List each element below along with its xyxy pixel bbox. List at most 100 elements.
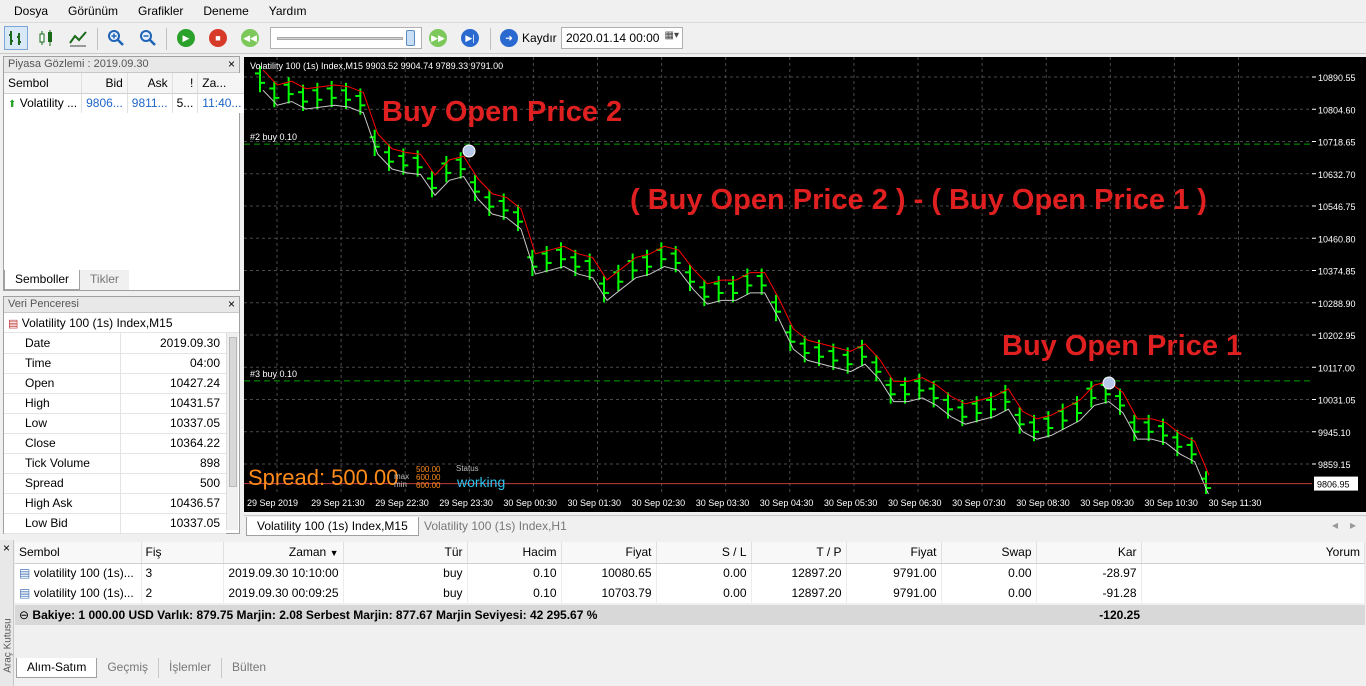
toolbar: ▶ ■ ◀◀ ▶▶ ▶| ➜ Kaydır 2020.01.14 00:00 ▦… xyxy=(0,22,1366,54)
col-type[interactable]: Tür xyxy=(343,542,468,564)
tab-ticks[interactable]: Tikler xyxy=(80,270,129,290)
market-watch-table: Sembol Bid Ask ! Za... ⬆ Volatility ... … xyxy=(4,73,247,113)
close-icon[interactable]: × xyxy=(3,541,10,555)
time-tick-label: 30 Sep 03:30 xyxy=(696,498,750,508)
collapse-icon[interactable]: ⊖ xyxy=(19,608,29,622)
col-volume[interactable]: Hacim xyxy=(467,542,562,564)
table-row: Low Bid 10337.05 xyxy=(4,513,226,534)
table-row: High 10431.57 xyxy=(4,393,226,414)
table-row: High Ask 10436.57 xyxy=(4,493,226,514)
trade-volume: 0.10 xyxy=(467,563,562,583)
fast-forward-button[interactable]: ▶▶ xyxy=(426,26,450,50)
bar-chart-icon xyxy=(9,31,21,45)
zoom-out-button[interactable] xyxy=(136,26,160,50)
annotation-buy-open-1: Buy Open Price 1 xyxy=(1002,330,1242,362)
table-row[interactable]: ⬆ Volatility ... 9806... 9811... 5... 11… xyxy=(4,93,247,113)
time-tick-label: 30 Sep 07:30 xyxy=(952,498,1006,508)
data-window-symbol: Volatility 100 (1s) Index,M15 xyxy=(21,316,173,330)
play-button[interactable]: ▶ xyxy=(174,26,198,50)
bar-chart-button[interactable] xyxy=(4,26,28,50)
skip-to-end-button[interactable]: ▶| xyxy=(458,26,482,50)
menu-test[interactable]: Deneme xyxy=(193,4,258,18)
trade-current-price: 9791.00 xyxy=(846,583,942,603)
data-window-panel: Veri Penceresi × ▤ Volatility 100 (1s) I… xyxy=(3,296,240,534)
col-tp[interactable]: T / P xyxy=(751,542,847,564)
col-bid[interactable]: Bid xyxy=(81,73,128,94)
time-tick-label: 29 Sep 21:30 xyxy=(311,498,365,508)
table-row[interactable]: ▤ volatility 100 (1s)... 3 2019.09.30 10… xyxy=(15,563,1365,583)
time-tick-label: 30 Sep 08:30 xyxy=(1016,498,1070,508)
row-label: Time xyxy=(4,353,121,374)
row-label: Spread xyxy=(4,473,121,494)
rewind-button[interactable]: ◀◀ xyxy=(238,26,262,50)
tab-chart-m15[interactable]: Volatility 100 (1s) Index,M15 xyxy=(246,517,419,536)
tab-operations[interactable]: İşlemler xyxy=(159,658,223,678)
price-tick-label: 10718.65 xyxy=(1318,138,1356,148)
rewind-icon: ◀◀ xyxy=(241,29,259,47)
toolbox-side: × Araç Kutusu xyxy=(0,540,14,686)
col-time[interactable]: Zaman ▼ xyxy=(223,542,344,564)
tab-chart-h1[interactable]: Volatility 100 (1s) Index,H1 xyxy=(414,517,577,536)
order-3-label: #3 buy 0.10 xyxy=(250,369,297,379)
trade-sl: 0.00 xyxy=(656,563,752,583)
col-comment[interactable]: Yorum xyxy=(1141,542,1365,564)
terminal-panel: × Araç Kutusu Sembol Fiş Zaman ▼ Tür Hac… xyxy=(0,540,1366,686)
tab-symbols[interactable]: Semboller xyxy=(4,270,81,290)
col-ask[interactable]: Ask xyxy=(127,73,173,94)
zoom-out-icon xyxy=(140,30,156,46)
col-spread[interactable]: ! xyxy=(172,73,199,94)
col-time[interactable]: Za... xyxy=(197,73,247,94)
col-swap[interactable]: Swap xyxy=(941,542,1037,564)
row-label: Date xyxy=(4,333,121,354)
price-tick-label: 10546.75 xyxy=(1318,202,1356,212)
close-icon[interactable]: × xyxy=(228,57,235,71)
row-label: Close xyxy=(4,433,121,454)
slider-thumb[interactable] xyxy=(406,30,415,46)
scrollbar[interactable] xyxy=(226,333,238,530)
col-symbol[interactable]: Sembol xyxy=(15,542,142,564)
close-icon[interactable]: × xyxy=(228,297,235,311)
current-price-label: 9806.95 xyxy=(1317,480,1350,490)
price-axis: 10890.55 10804.60 10718.65 10632.70 10546.75… xyxy=(1312,57,1366,512)
time-value: 11:40... xyxy=(197,93,247,113)
menu-file[interactable]: Dosya xyxy=(4,4,58,18)
tab-trade[interactable]: Alım-Satım xyxy=(16,658,98,678)
table-row[interactable]: ▤ volatility 100 (1s)... 2 2019.09.30 00… xyxy=(15,583,1365,603)
zoom-in-button[interactable] xyxy=(104,26,128,50)
col-profit[interactable]: Kar xyxy=(1036,542,1142,564)
tab-news[interactable]: Bülten xyxy=(222,658,277,678)
scroll-date-field[interactable]: 2020.01.14 00:00 ▦▾ xyxy=(561,27,683,49)
tab-scroll-left-icon[interactable]: ◂ xyxy=(1332,518,1338,532)
candle-chart-button[interactable] xyxy=(34,26,58,50)
candlestick-icon xyxy=(39,30,52,46)
menu-help[interactable]: Yardım xyxy=(259,4,317,18)
data-window-table: Date 2019.09.30 Time 04:00 Open 10427.24 Hi… xyxy=(4,333,226,534)
menu-view[interactable]: Görünüm xyxy=(58,4,128,18)
chart-header: Volatility 100 (1s) Index,M15 9903.52 99… xyxy=(250,61,503,71)
col-ticket[interactable]: Fiş xyxy=(141,542,224,564)
speed-slider[interactable] xyxy=(270,27,422,49)
price-chart[interactable]: #2 buy 0.10 #3 buy 0.10 Volatility 100 (1s… xyxy=(244,57,1312,512)
mini-label: Status xyxy=(456,464,479,473)
stop-button[interactable]: ■ xyxy=(206,26,230,50)
menu-charts[interactable]: Grafikler xyxy=(128,4,193,18)
table-row: Date 2019.09.30 xyxy=(4,333,226,354)
calendar-dropdown-icon[interactable]: ▦▾ xyxy=(665,30,679,41)
table-row: Tick Volume 898 xyxy=(4,453,226,474)
col-symbol[interactable]: Sembol xyxy=(4,73,83,94)
entry-marker-icon xyxy=(1102,376,1116,390)
line-chart-button[interactable] xyxy=(66,26,90,50)
time-tick-label: 30 Sep 02:30 xyxy=(632,498,686,508)
bid-value: 9806... xyxy=(81,93,128,113)
tab-scroll-right-icon[interactable]: ▸ xyxy=(1350,518,1356,532)
scrollbar-thumb[interactable] xyxy=(229,337,237,487)
col-current-price[interactable]: Fiyat xyxy=(846,542,942,564)
fast-forward-icon: ▶▶ xyxy=(429,29,447,47)
scroll-arrow-icon: ➜ xyxy=(500,29,518,47)
col-sl[interactable]: S / L xyxy=(656,542,752,564)
col-price[interactable]: Fiyat xyxy=(561,542,657,564)
tab-history[interactable]: Geçmiş xyxy=(97,658,160,678)
time-tick-label: 30 Sep 01:30 xyxy=(568,498,622,508)
scroll-to-button[interactable]: ➜ xyxy=(497,26,521,50)
price-tick-label: 10117.00 xyxy=(1318,363,1355,373)
